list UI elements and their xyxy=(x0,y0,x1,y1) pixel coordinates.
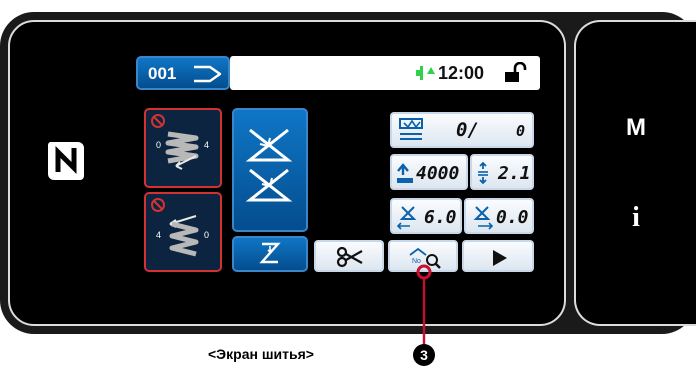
reverse-stitch-start-button[interactable]: 0 4 xyxy=(144,108,222,188)
counter-icon xyxy=(399,118,423,140)
play-icon xyxy=(493,250,507,266)
stitch-pattern-button[interactable] xyxy=(232,236,308,272)
svg-text:4: 4 xyxy=(156,230,161,240)
thread-trim-button[interactable] xyxy=(314,240,384,272)
left-width-field[interactable]: 6.0 xyxy=(390,198,462,234)
right-width-field[interactable]: 0.0 xyxy=(464,198,534,234)
right-width-icon xyxy=(473,206,494,230)
max-speed-value: 4000 xyxy=(416,163,460,184)
pattern-number: 001 xyxy=(148,64,177,83)
left-width-value: 6.0 xyxy=(424,207,457,228)
reverse-stitch-start-icon: 0 4 xyxy=(151,114,209,170)
callout-line xyxy=(416,264,432,348)
clock: 12:00 xyxy=(438,63,485,83)
reverse-stitch-end-button[interactable]: 4 0 xyxy=(144,192,222,272)
svg-text:0: 0 xyxy=(204,230,209,240)
mode-button[interactable]: M xyxy=(576,114,696,142)
pattern-arrow-icon xyxy=(194,65,222,83)
information-button[interactable]: i xyxy=(576,202,696,234)
callout-number: 3 xyxy=(413,344,435,366)
stitch-length-field[interactable]: 2.1 xyxy=(470,154,534,190)
reverse-stitch-end-icon: 4 0 xyxy=(151,198,209,257)
speed-icon xyxy=(397,163,413,183)
header-bar: 12:00 xyxy=(230,56,540,90)
zigzag-small-icon xyxy=(259,242,281,264)
counter-total: 0 xyxy=(516,122,526,140)
svg-text:4: 4 xyxy=(204,140,209,150)
play-button[interactable] xyxy=(462,240,534,272)
unlock-icon[interactable] xyxy=(502,62,528,84)
svg-text:0: 0 xyxy=(156,140,161,150)
zigzag-pattern-button[interactable] xyxy=(232,108,308,232)
stitch-length-value: 2.1 xyxy=(498,163,531,184)
left-width-icon xyxy=(396,206,417,230)
side-panel: M i xyxy=(574,20,696,326)
stitch-length-icon xyxy=(478,161,488,185)
thread-trim-icon xyxy=(336,246,363,268)
screen-caption: <Экран шитья> xyxy=(208,346,314,362)
max-speed-field[interactable]: 4000 xyxy=(390,154,468,190)
counter-current: 0/ xyxy=(456,119,479,141)
right-width-value: 0.0 xyxy=(496,207,529,228)
sewing-screen: 001 12:00 0 4 4 0 0/ 0 4000 2.1 6.0 0.0 … xyxy=(8,20,566,326)
nfc-icon xyxy=(47,142,84,180)
pattern-number-button[interactable]: 001 xyxy=(136,56,230,90)
zigzag-pattern-icon xyxy=(245,128,293,202)
counter-field[interactable]: 0/ 0 xyxy=(390,112,534,148)
connection-icon xyxy=(416,66,435,80)
